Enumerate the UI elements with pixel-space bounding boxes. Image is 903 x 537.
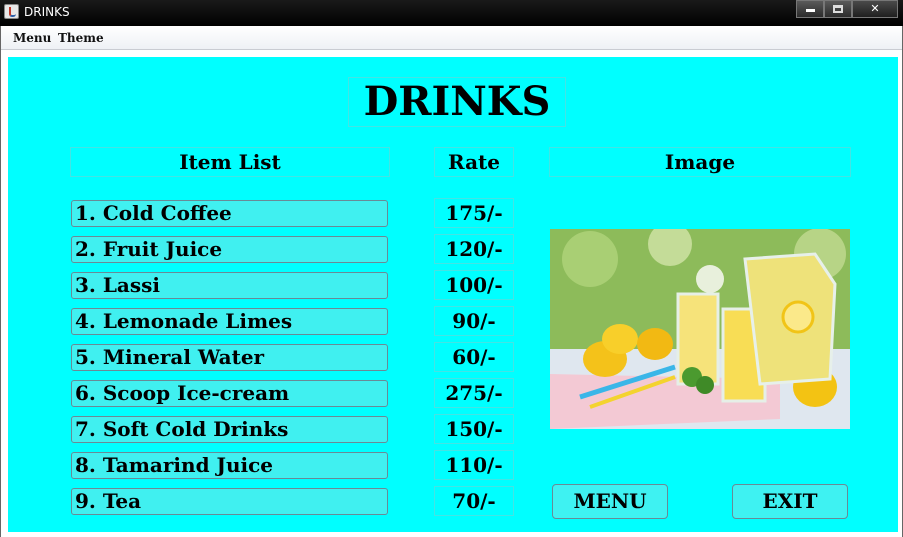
close-icon: ✕ <box>870 2 880 15</box>
item-field[interactable]: 7. Soft Cold Drinks <box>71 416 388 443</box>
item-field[interactable]: 5. Mineral Water <box>71 344 388 371</box>
close-button[interactable]: ✕ <box>852 0 898 18</box>
maximize-icon <box>833 5 843 13</box>
item-field[interactable]: 1. Cold Coffee <box>71 200 388 227</box>
rate-label: 120/- <box>434 234 514 264</box>
item-field[interactable]: 8. Tamarind Juice <box>71 452 388 479</box>
page-title: DRINKS <box>348 77 566 127</box>
image-header: Image <box>549 147 851 177</box>
window-title: DRINKS <box>24 5 70 19</box>
menu-menu[interactable]: Menu <box>13 31 51 45</box>
rate-label: 110/- <box>434 450 514 480</box>
exit-button[interactable]: EXIT <box>732 484 848 519</box>
drinks-panel: DRINKS Item List Rate Image 1. Cold Coff… <box>8 57 898 532</box>
maximize-button[interactable] <box>824 0 852 18</box>
rate-header: Rate <box>434 147 514 177</box>
rate-label: 150/- <box>434 414 514 444</box>
minimize-icon <box>805 9 815 12</box>
rate-label: 100/- <box>434 270 514 300</box>
window-frame: Menu Theme DRINKS Item List Rate Image 1… <box>0 26 903 537</box>
rate-label: 275/- <box>434 378 514 408</box>
item-field[interactable]: 4. Lemonade Limes <box>71 308 388 335</box>
window-controls: ✕ <box>796 0 898 18</box>
lemonade-image <box>550 229 850 429</box>
rate-label: 70/- <box>434 486 514 516</box>
minimize-button[interactable] <box>796 0 824 18</box>
item-list-header: Item List <box>70 147 390 177</box>
item-field[interactable]: 9. Tea <box>71 488 388 515</box>
rate-label: 175/- <box>434 198 514 228</box>
rate-label: 90/- <box>434 306 514 336</box>
item-field[interactable]: 3. Lassi <box>71 272 388 299</box>
java-app-icon <box>4 4 19 19</box>
window-titlebar[interactable]: DRINKS ✕ <box>0 0 903 26</box>
item-field[interactable]: 2. Fruit Juice <box>71 236 388 263</box>
menu-theme[interactable]: Theme <box>58 31 104 45</box>
menu-bar: Menu Theme <box>1 26 902 50</box>
menu-button[interactable]: MENU <box>552 484 668 519</box>
rate-label: 60/- <box>434 342 514 372</box>
item-field[interactable]: 6. Scoop Ice-cream <box>71 380 388 407</box>
